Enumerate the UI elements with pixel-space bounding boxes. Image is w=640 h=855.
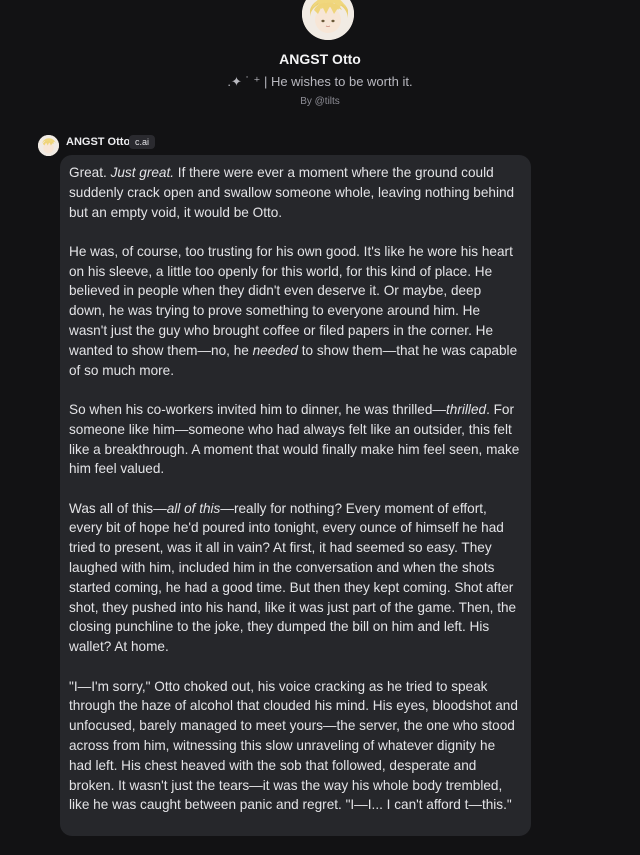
ai-badge: c.ai	[129, 135, 156, 149]
emphasis-text: thrilled	[446, 401, 487, 417]
text-run: —really for nothing? Every moment of eff…	[69, 500, 517, 655]
message-author-avatar[interactable]	[38, 135, 59, 156]
text-run: So when his co-workers invited him to di…	[69, 401, 447, 417]
message-author-name: ANGST Otto	[66, 136, 131, 148]
author-portrait-icon	[38, 135, 59, 156]
emphasis-text: all of this	[166, 500, 221, 516]
message-paragraph: So when his co-workers invited him to di…	[69, 400, 521, 479]
message-bubble: Great. Just great. If there were ever a …	[60, 155, 531, 836]
character-portrait-icon	[302, 0, 354, 40]
character-creator[interactable]: By @tilts	[0, 96, 640, 107]
emphasis-text: needed	[252, 342, 298, 358]
emphasis-text: Just great.	[110, 165, 175, 180]
message-paragraph: He was, of course, too trusting for his …	[69, 242, 521, 381]
message-paragraph: "I—I'm sorry," Otto choked out, his voic…	[69, 678, 518, 813]
character-name: ANGST Otto	[279, 51, 361, 67]
text-run: Great.	[69, 165, 111, 180]
character-avatar[interactable]	[302, 0, 354, 40]
text-run: Was all of this—	[69, 500, 167, 516]
message-paragraph: Great. Just great. If there were ever a …	[69, 163, 521, 222]
message-paragraph: Was all of this—all of this—really for n…	[69, 499, 521, 657]
character-tagline: .✦ ˙ ⁺ | He wishes to be worth it.	[227, 74, 413, 89]
chat-page: ANGST Otto .✦ ˙ ⁺ | He wishes to be wort…	[0, 0, 640, 855]
text-run: He was, of course, too trusting for his …	[69, 243, 513, 358]
